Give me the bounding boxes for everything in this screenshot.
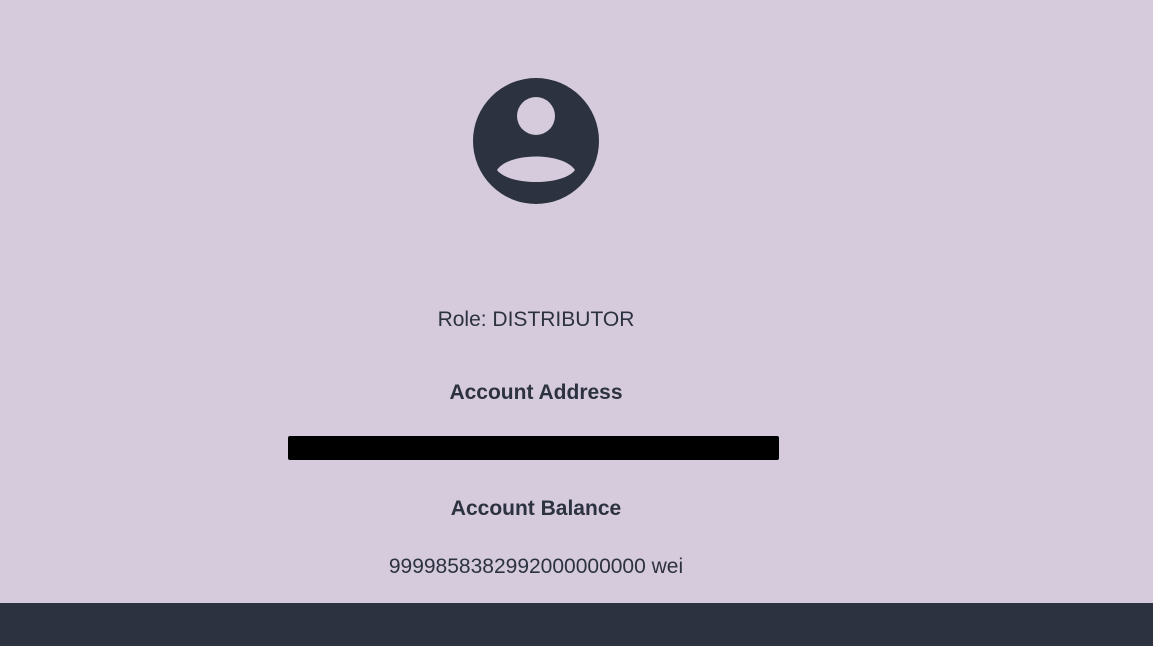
account-address-redacted bbox=[288, 436, 779, 460]
account-balance-value: 9999858382992000000000 wei bbox=[388, 555, 684, 578]
profile-page: Role: DISTRIBUTOR Account Address Accoun… bbox=[0, 0, 1153, 646]
profile-section: Role: DISTRIBUTOR Account Address Accoun… bbox=[0, 0, 1072, 603]
account-circle-icon bbox=[473, 78, 599, 204]
role-label: Role: DISTRIBUTOR bbox=[437, 308, 635, 331]
account-address-heading: Account Address bbox=[449, 381, 623, 404]
account-balance-heading: Account Balance bbox=[450, 497, 622, 520]
footer-bar bbox=[0, 603, 1153, 646]
